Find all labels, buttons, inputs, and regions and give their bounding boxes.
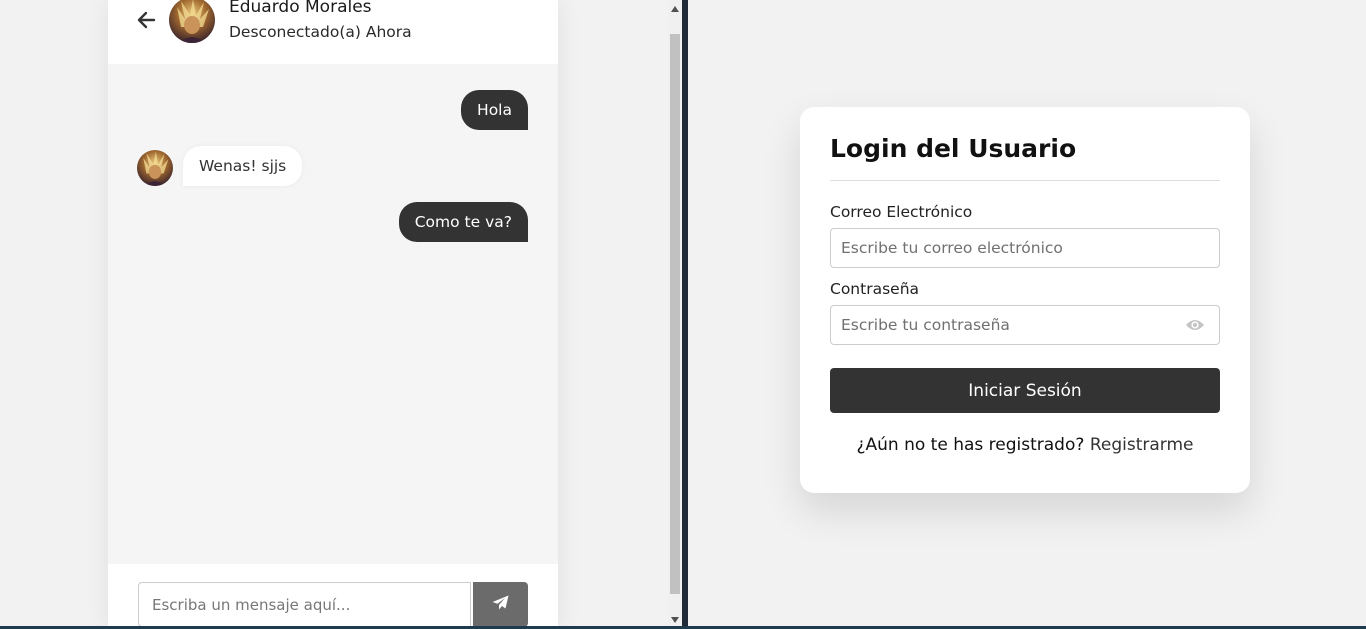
chat-panel: Eduardo Morales Desconectado(a) Ahora Ho…	[108, 0, 558, 629]
chat-window: Eduardo Morales Desconectado(a) Ahora Ho…	[0, 0, 668, 629]
paper-plane-icon	[492, 595, 509, 614]
scroll-up-arrow-icon[interactable]	[668, 2, 682, 16]
scrollbar-thumb[interactable]	[670, 34, 680, 594]
login-button[interactable]: Iniciar Sesión	[830, 368, 1220, 413]
password-label: Contraseña	[830, 280, 920, 298]
signup-prompt: ¿Aún no te has registrado? Registrarme	[800, 435, 1250, 455]
contact-avatar	[169, 0, 215, 43]
message-input[interactable]	[138, 582, 471, 627]
email-field[interactable]	[830, 228, 1220, 268]
outgoing-message: Como te va?	[398, 202, 528, 242]
chat-window-scrollbar[interactable]	[668, 0, 682, 629]
login-card: Login del Usuario Correo Electrónico Con…	[800, 107, 1250, 493]
register-link[interactable]: Registrarme	[1090, 435, 1194, 455]
login-window: Login del Usuario Correo Electrónico Con…	[688, 0, 1366, 624]
incoming-avatar	[137, 150, 173, 186]
signup-question: ¿Aún no te has registrado?	[856, 435, 1085, 455]
contact-status: Desconectado(a) Ahora	[229, 23, 412, 41]
password-field[interactable]	[830, 305, 1220, 345]
send-button[interactable]	[473, 582, 528, 627]
email-label: Correo Electrónico	[830, 203, 973, 221]
scroll-down-arrow-icon[interactable]	[668, 613, 682, 627]
chat-header: Eduardo Morales Desconectado(a) Ahora	[108, 0, 558, 64]
eye-icon[interactable]	[1185, 317, 1205, 331]
chat-composer	[108, 564, 558, 629]
contact-name: Eduardo Morales	[229, 0, 372, 17]
incoming-message: Wenas! sjjs	[183, 146, 303, 186]
arrow-left-icon[interactable]	[136, 10, 156, 30]
outgoing-message: Hola	[461, 90, 528, 130]
title-divider	[830, 180, 1220, 181]
login-title: Login del Usuario	[830, 134, 1077, 163]
